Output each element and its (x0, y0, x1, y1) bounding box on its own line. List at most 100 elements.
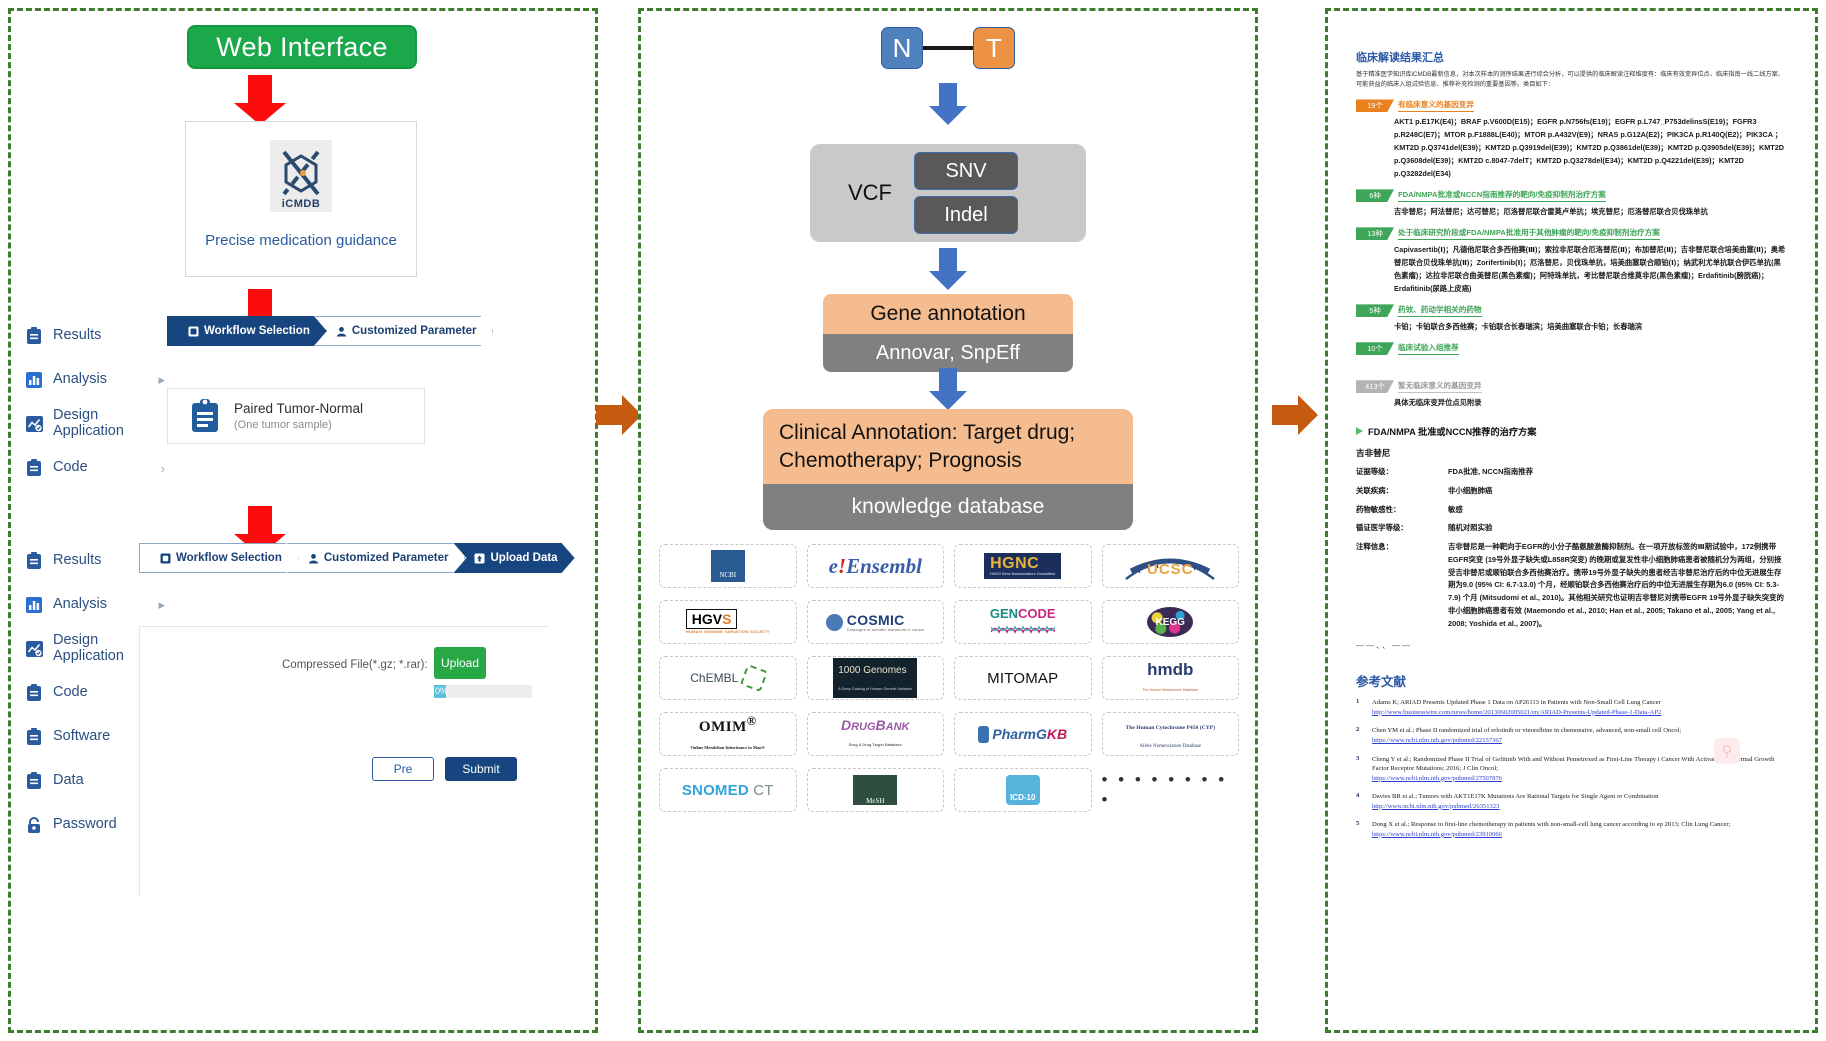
tumor-sample-box: T (973, 27, 1015, 69)
status-badge: 13种 (1356, 227, 1394, 240)
sidebar-item-code[interactable]: Code › (25, 451, 165, 485)
reference-item: 5 Dong X et al.; Response to first-line … (1356, 820, 1788, 839)
reference-item: 4 Davies BR et al.; Tumors with AKT1E17K… (1356, 792, 1788, 811)
orange-arrow-right-icon (1272, 395, 1318, 435)
sidebar-label: Results (53, 327, 102, 344)
db-logo-ucsc[interactable]: UCSC (1101, 544, 1239, 588)
prev-button[interactable]: Pre (372, 757, 434, 781)
db-logo-gencode[interactable]: GENCODE (954, 600, 1092, 644)
step-workflow-selection[interactable]: Workflow Selection (139, 543, 299, 573)
sidebar-item-analysis[interactable]: Analysis ▸ (25, 588, 165, 622)
note-icon (160, 553, 171, 564)
upload-icon (474, 553, 485, 564)
report-section-vus: 413个 暂无临床意义的基因变异 具体无临床变异位点见附录 (1356, 380, 1788, 410)
bar-chart-icon (25, 596, 43, 614)
knowledge-database-label: knowledge database (763, 484, 1133, 531)
reference-link[interactable]: https://www.ncbi.nlm.nih.gov/pubmed/2750… (1372, 774, 1788, 784)
report-section-pharmacology-drugs: 5种 药效、药动学相关的药物 卡铂；卡铂联合多西他赛；卡铂联合长春瑞滨；培美曲塞… (1356, 304, 1788, 334)
chevron-right-icon: ▸ (158, 597, 165, 612)
section-title: 有临床意义的基因变异 (1398, 99, 1474, 113)
sidebar-label: Software (53, 728, 111, 745)
reference-link[interactable]: http://www.ncbi.nlm.nih.gov/pubmed/26351… (1372, 802, 1788, 812)
upload-data-form: Compressed File(*.gz; *.rar): Upload 0% … (139, 626, 549, 896)
blue-arrow-down-icon (929, 83, 967, 125)
detail-field-evidence-based-level: 循证医学等级： 随机对照实验 (1356, 522, 1788, 535)
mesh-logo-icon: MeSH (853, 775, 898, 805)
db-logo-ensembl[interactable]: e! Ensembl (806, 544, 944, 588)
reference-link[interactable]: https://www.ncbi.nlm.nih.gov/pubmed/2391… (1372, 830, 1788, 840)
status-badge: 5种 (1356, 304, 1394, 317)
reference-link[interactable]: http://www.businesswire.com/news/home/20… (1372, 708, 1788, 718)
user-icon (308, 553, 319, 564)
db-logo-icd10[interactable]: ICD-10 (954, 768, 1092, 812)
reference-citation: Chen YM et al.; Phase II randomized tria… (1372, 727, 1682, 735)
db-logo-hgnc[interactable]: HGNC HUGO Gene Nomenclature Committee (954, 544, 1092, 588)
db-logo-hgvs[interactable]: HGVS HUMAN GENOME VARIATION SOCIETY (659, 600, 797, 644)
report-section-clinically-significant-variants: 19个 有临床意义的基因变异 AKT1 p.E17K(E4)；BRAF p.V6… (1356, 99, 1788, 181)
cosmic-logo-icon: COSMIC Catalogue of somatic mutations in … (825, 612, 925, 632)
db-logo-1000genomes[interactable]: 1000 Genomes A Deep Catalog of Human Gene… (806, 656, 944, 700)
step-label: Upload Data (490, 552, 558, 564)
ellipsis-dots: • • • • • • • • • (1101, 770, 1228, 809)
chembl-logo-icon: ChEMBL (690, 663, 769, 693)
paired-tumor-normal-card[interactable]: Paired Tumor-Normal (One tumor sample) (167, 388, 425, 444)
reference-text: Dong X et al.; Response to first-line ch… (1372, 820, 1788, 839)
sidebar-item-results[interactable]: Results (25, 319, 165, 353)
kegg-logo-icon: KEGG (1147, 607, 1194, 637)
field-value: 敏感 (1448, 504, 1463, 514)
db-logo-kegg[interactable]: KEGG (1101, 600, 1239, 644)
step-upload-data[interactable]: Upload Data (453, 543, 574, 573)
step-label: Customized Parameter (351, 325, 477, 337)
icmdb-card[interactable]: iCMDB Precise medication guidance (185, 121, 417, 277)
gencode-logo-icon: GENCODE (990, 606, 1056, 638)
db-logo-cosmic[interactable]: COSMIC Catalogue of somatic mutations in … (806, 600, 944, 644)
section-title: 药效、药动学相关的药物 (1398, 304, 1482, 318)
db-logo-mesh[interactable]: MeSH (806, 768, 944, 812)
reference-citation: Adams K; ARIAD Presents Updated Phase 1 … (1372, 699, 1661, 707)
db-logo-hmdb[interactable]: hmdb The Human Metabolome Database (1101, 656, 1239, 700)
section-header: 10个 临床试验入组推荐 (1356, 342, 1788, 356)
sidebar-label: Analysis (53, 596, 107, 613)
pharmgkb-logo-icon: PharmGKB (978, 725, 1067, 743)
reference-item: 1 Adams K; ARIAD Presents Updated Phase … (1356, 698, 1788, 717)
orange-arrow-right-icon (596, 395, 642, 435)
section-body: 卡铂；卡铂联合多西他赛；卡铂联合长春瑞滨；培美曲塞联合卡铂；长春瑞滨 (1394, 322, 1643, 332)
submit-button[interactable]: Submit (445, 757, 517, 781)
db-logo-ncbi[interactable]: NCBI (659, 544, 797, 588)
section-title: 暂无临床意义的基因变异 (1398, 380, 1482, 394)
section-title: 临床试验入组推荐 (1398, 342, 1459, 356)
db-logo-pharmgkb[interactable]: PharmGKB (954, 712, 1092, 756)
ncbi-logo-icon: NCBI (710, 550, 745, 582)
reference-number: 5 (1356, 820, 1360, 828)
step-workflow-selection[interactable]: Workflow Selection (167, 316, 327, 346)
vcf-box: VCF SNV Indel (810, 144, 1086, 242)
detail-field-evidence-level: 证据等级： FDA批准, NCCN指南推荐 (1356, 466, 1788, 479)
section-body: Capivasertib(Ⅰ)；凡德他尼联合多西他赛(Ⅲ)；索拉非尼联合厄洛替尼… (1394, 245, 1786, 294)
db-logo-mitomap[interactable]: MITOMAP (954, 656, 1092, 700)
upload-progress-bar: 0% (434, 685, 532, 698)
section-title: 处于临床研究阶段或FDA/NMPA批准用于其他肿瘤的靶向/免疫抑制剂治疗方案 (1398, 227, 1660, 241)
chevron-right-icon: ▸ (158, 372, 165, 387)
sidebar-item-analysis[interactable]: Analysis ▸ (25, 363, 165, 397)
web-interface-title: Web Interface (187, 25, 417, 69)
snomed-ct-logo-icon: SNOMED CT (681, 781, 774, 799)
db-logo-drugbank[interactable]: DRUGBANK Drug & Drug Target Database (806, 712, 944, 756)
step-customized-parameter[interactable]: Customized Parameter (287, 543, 466, 573)
blue-arrow-down-icon (929, 248, 967, 290)
normal-sample-box: N (881, 27, 923, 69)
clipboard-icon (25, 459, 43, 477)
db-logo-omim[interactable]: OMIM® Online Mendelian Inheritance in Man… (659, 712, 797, 756)
detail-heading: FDA/NMPA 批准或NCCN推荐的治疗方案 (1368, 427, 1537, 438)
status-badge: 10个 (1356, 342, 1394, 355)
db-logo-chembl[interactable]: ChEMBL (659, 656, 797, 700)
triangle-right-icon (1356, 427, 1363, 436)
db-logo-snomed[interactable]: SNOMED CT (659, 768, 797, 812)
search-icon: ⚲ (1714, 738, 1740, 765)
db-logo-cyp[interactable]: The Human Cytochrome P450 (CYP) Allele No… (1101, 712, 1239, 756)
report-section-clinical-trials: 10个 临床试验入组推荐 ⚲ (1356, 342, 1788, 765)
sidebar-item-design-application[interactable]: Design Application (25, 407, 165, 441)
step-customized-parameter[interactable]: Customized Parameter (315, 316, 494, 346)
upload-button[interactable]: Upload (434, 647, 486, 679)
detail-drug-name: 吉非替尼 (1356, 448, 1391, 459)
ucsc-logo-icon: UCSC (1122, 549, 1218, 583)
